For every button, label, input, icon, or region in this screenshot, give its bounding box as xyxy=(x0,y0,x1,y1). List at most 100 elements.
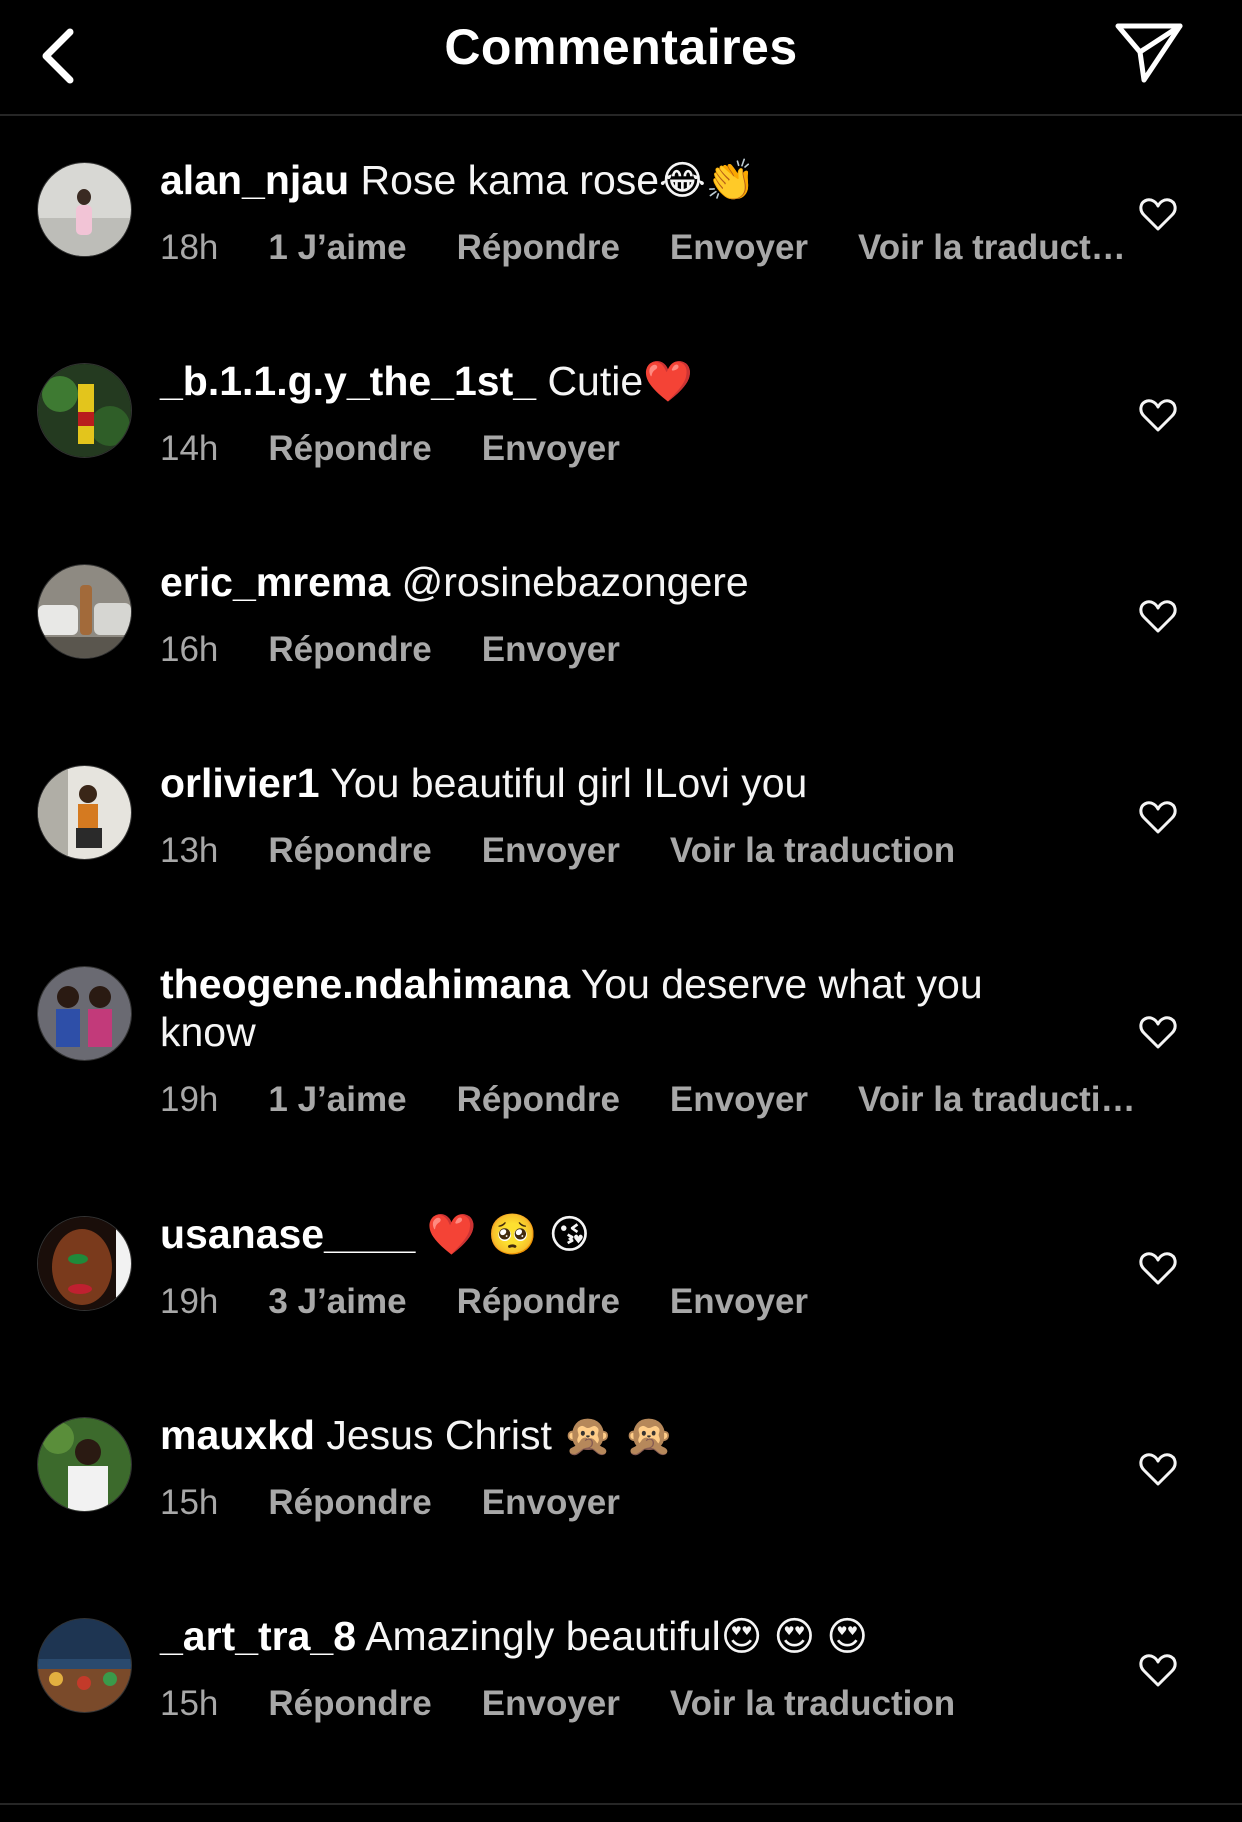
reply-button[interactable]: Répondre xyxy=(268,1684,431,1723)
likes-count[interactable]: 3 J’aime xyxy=(268,1282,406,1321)
comment-text: theogene.ndahimana You deserve what you … xyxy=(160,960,1080,1056)
avatar[interactable] xyxy=(37,1618,132,1713)
like-button[interactable] xyxy=(1138,797,1178,837)
like-button[interactable] xyxy=(1138,1012,1178,1052)
comment-body: Rose kama rose xyxy=(360,157,660,203)
comment-username[interactable]: usanase____ xyxy=(160,1211,415,1257)
comment-actions: 19h 1 J’aime Répondre Envoyer Voir la traduc… xyxy=(160,1080,1186,1120)
like-button[interactable] xyxy=(1138,395,1178,435)
heart-icon xyxy=(1139,1453,1177,1486)
translate-button[interactable]: Voir la traduction xyxy=(670,1684,955,1723)
comment-text: usanase____ ❤️ 🥺 😘 xyxy=(160,1210,1080,1259)
comment-emoji: ❤️ xyxy=(643,360,693,404)
timestamp: 19h xyxy=(160,1080,219,1119)
comment-username[interactable]: mauxkd xyxy=(160,1412,315,1458)
comment-emoji: ❤️ 🥺 😘 xyxy=(426,1213,591,1257)
heart-icon xyxy=(1139,600,1177,633)
comment-mention[interactable]: @rosinebazongere xyxy=(402,559,749,605)
paper-plane-icon xyxy=(1115,23,1183,83)
avatar[interactable] xyxy=(37,363,132,458)
divider xyxy=(0,1803,1242,1805)
comment-item: theogene.ndahimana You deserve what you … xyxy=(0,920,1242,1170)
comment-item: mauxkd Jesus Christ 🙊 🙊 15h Répondre Envoy… xyxy=(0,1371,1242,1572)
page-title: Commentaires xyxy=(444,19,798,75)
comment-emoji: 😂👏 xyxy=(659,159,756,203)
timestamp: 15h xyxy=(160,1483,219,1522)
comment-username[interactable]: theogene.ndahimana xyxy=(160,961,570,1007)
comment-body: Cutie xyxy=(547,358,644,404)
avatar[interactable] xyxy=(37,564,132,659)
reply-button[interactable]: Répondre xyxy=(268,630,431,669)
comment-item: usanase____ ❤️ 🥺 😘 19h 3 J’aime Répondre En… xyxy=(0,1170,1242,1371)
send-button[interactable]: Envoyer xyxy=(670,1080,808,1119)
timestamp: 19h xyxy=(160,1282,219,1321)
reply-button[interactable]: Répondre xyxy=(268,831,431,870)
comment-body: You beautiful girl ILovi you xyxy=(330,760,808,806)
reply-button[interactable]: Répondre xyxy=(268,1483,431,1522)
heart-icon xyxy=(1139,1252,1177,1285)
avatar[interactable] xyxy=(37,1417,132,1512)
timestamp: 15h xyxy=(160,1684,219,1723)
comment-body: Jesus Christ xyxy=(326,1412,552,1458)
avatar[interactable] xyxy=(37,1216,132,1311)
send-button[interactable]: Envoyer xyxy=(482,1684,620,1723)
timestamp: 13h xyxy=(160,831,219,870)
send-button[interactable]: Envoyer xyxy=(670,228,808,267)
timestamp: 16h xyxy=(160,630,219,669)
comment-text: mauxkd Jesus Christ 🙊 🙊 xyxy=(160,1411,1080,1460)
comment-actions: 14h Répondre Envoyer xyxy=(160,429,670,469)
avatar[interactable] xyxy=(37,966,132,1061)
heart-icon xyxy=(1139,1016,1177,1049)
heart-icon xyxy=(1139,399,1177,432)
comment-username[interactable]: _art_tra_8 xyxy=(160,1613,356,1659)
avatar[interactable] xyxy=(37,765,132,860)
comment-actions: 16h Répondre Envoyer xyxy=(160,630,670,670)
send-button[interactable]: Envoyer xyxy=(482,630,620,669)
comment-item: orlivier1 You beautiful girl ILovi you 1… xyxy=(0,719,1242,920)
comment-emoji: 😍 😍 😍 xyxy=(720,1615,869,1659)
heart-icon xyxy=(1139,198,1177,231)
comment-item: _art_tra_8 Amazingly beautiful😍 😍 😍 15h R… xyxy=(0,1572,1242,1773)
send-button[interactable]: Envoyer xyxy=(482,1483,620,1522)
comment-username[interactable]: eric_mrema xyxy=(160,559,390,605)
send-button[interactable]: Envoyer xyxy=(482,831,620,870)
avatar[interactable] xyxy=(37,162,132,257)
comment-text: _art_tra_8 Amazingly beautiful😍 😍 😍 xyxy=(160,1612,1080,1661)
like-button[interactable] xyxy=(1138,1650,1178,1690)
comment-actions: 15h Répondre Envoyer xyxy=(160,1483,670,1523)
likes-count[interactable]: 1 J’aime xyxy=(268,1080,406,1119)
comment-list: alan_njau Rose kama rose😂👏 18h 1 J’aime Ré… xyxy=(0,116,1242,1773)
translate-button[interactable]: Voir la traducti… xyxy=(858,1080,1135,1119)
timestamp: 14h xyxy=(160,429,219,468)
heart-icon xyxy=(1139,801,1177,834)
comment-actions: 15h Répondre Envoyer Voir la traduction xyxy=(160,1684,1005,1724)
like-button[interactable] xyxy=(1138,1449,1178,1489)
heart-icon xyxy=(1139,1654,1177,1687)
translate-button[interactable]: Voir la traduct… xyxy=(858,228,1126,267)
send-button[interactable]: Envoyer xyxy=(482,429,620,468)
likes-count[interactable]: 1 J’aime xyxy=(268,228,406,267)
comment-username[interactable]: orlivier1 xyxy=(160,760,320,806)
reply-button[interactable]: Répondre xyxy=(457,1282,620,1321)
like-button[interactable] xyxy=(1138,1248,1178,1288)
comment-text: orlivier1 You beautiful girl ILovi you xyxy=(160,759,1080,807)
comment-username[interactable]: alan_njau xyxy=(160,157,349,203)
reply-button[interactable]: Répondre xyxy=(268,429,431,468)
comment-username[interactable]: _b.1.1.g.y_the_1st_ xyxy=(160,358,536,404)
reply-button[interactable]: Répondre xyxy=(457,1080,620,1119)
comment-text: _b.1.1.g.y_the_1st_ Cutie❤️ xyxy=(160,357,1080,406)
like-button[interactable] xyxy=(1138,194,1178,234)
translate-button[interactable]: Voir la traduction xyxy=(670,831,955,870)
comment-actions: 18h 1 J’aime Répondre Envoyer Voir la traduc… xyxy=(160,228,1176,268)
like-button[interactable] xyxy=(1138,596,1178,636)
comment-item: _b.1.1.g.y_the_1st_ Cutie❤️ 14h Répondre E… xyxy=(0,317,1242,518)
comment-item: eric_mrema @rosinebazongere 16h Répondre E… xyxy=(0,518,1242,719)
share-button[interactable] xyxy=(1110,16,1186,86)
timestamp: 18h xyxy=(160,228,219,267)
comment-emoji: 🙊 🙊 xyxy=(563,1414,675,1458)
comment-body: Amazingly beautiful xyxy=(365,1613,721,1659)
send-button[interactable]: Envoyer xyxy=(670,1282,808,1321)
reply-button[interactable]: Répondre xyxy=(457,228,620,267)
comment-text: alan_njau Rose kama rose😂👏 xyxy=(160,156,1080,205)
header-bar: Commentaires xyxy=(0,0,1242,116)
